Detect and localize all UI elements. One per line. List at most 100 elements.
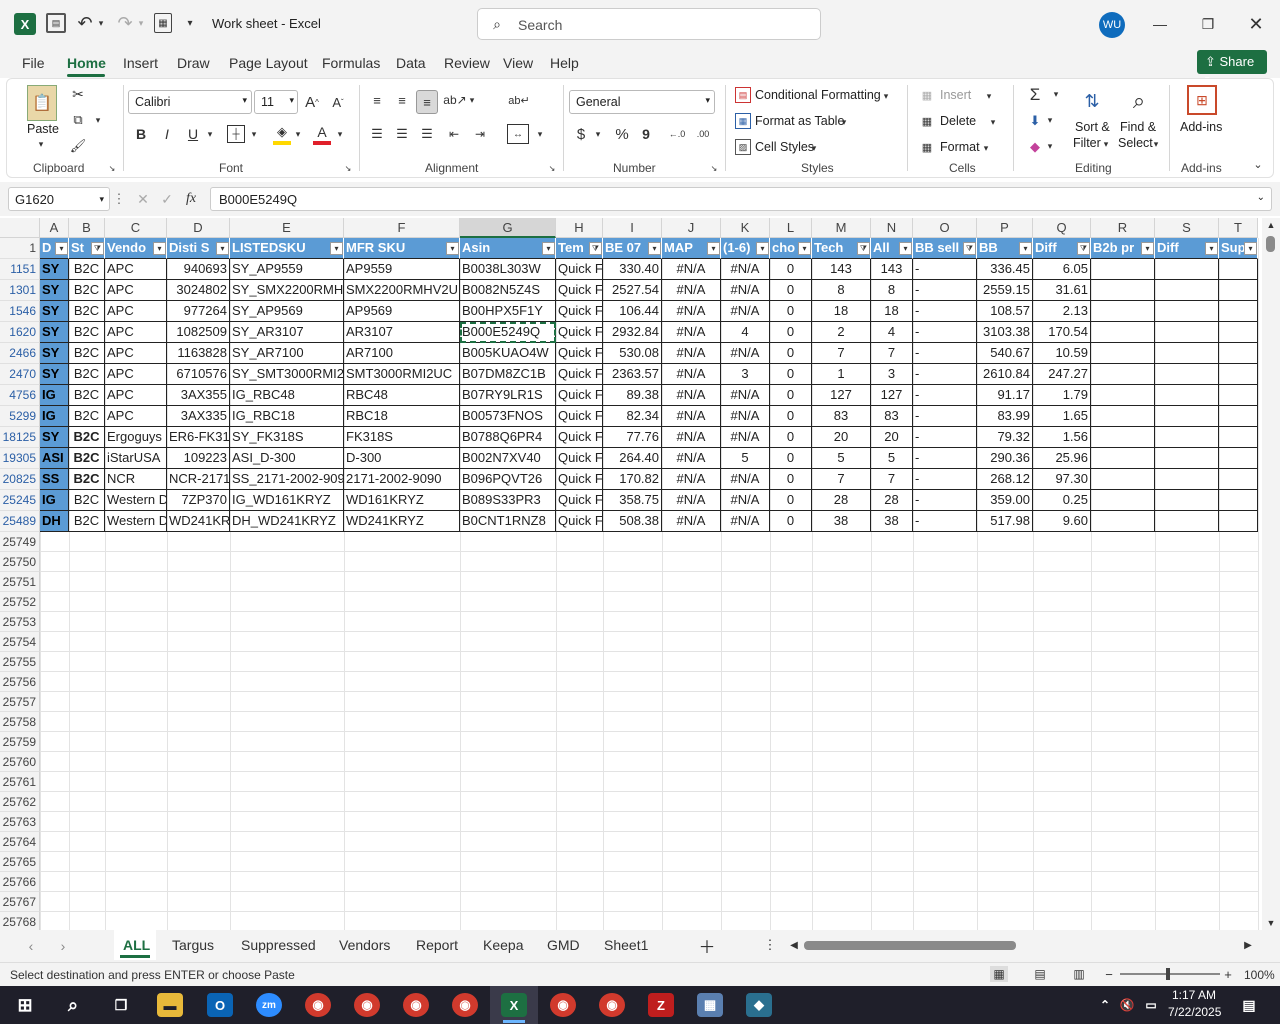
table-cell[interactable]: 109223 [167,448,230,469]
filter-dropdown-icon[interactable]: ⧩ [91,242,104,255]
table-cell[interactable]: #N/A [662,280,721,301]
column-header[interactable]: D [167,218,230,238]
table-cell[interactable]: 1.65 [1033,406,1091,427]
scroll-thumb[interactable] [1266,236,1275,252]
table-cell[interactable]: SY_FK318S [230,427,344,448]
zoom-app-icon[interactable]: zm [256,993,282,1017]
chrome-icon[interactable]: ◉ [550,993,576,1017]
table-cell[interactable]: 1 [812,364,871,385]
table-cell[interactable]: 28 [812,490,871,511]
percent-button[interactable]: % [613,124,631,144]
row-header[interactable]: 1 [0,238,40,259]
table-cell[interactable]: 106.44 [603,301,662,322]
table-cell[interactable]: SY [40,364,69,385]
table-cell[interactable]: ASI [40,448,69,469]
calculator-taskbar-icon[interactable]: ▦ [697,993,723,1017]
row-header[interactable]: 1546 [0,301,40,322]
table-cell[interactable] [1091,406,1155,427]
minimize-icon[interactable]: — [1150,14,1170,34]
table-cell[interactable] [1219,448,1258,469]
table-cell[interactable]: APC [105,280,167,301]
row-header[interactable]: 25754 [0,632,40,652]
clock-time[interactable]: 1:17 AM [1172,988,1216,1002]
table-cell[interactable]: 20 [812,427,871,448]
table-cell[interactable] [1219,406,1258,427]
table-cell[interactable]: B2C [69,322,105,343]
bottom-align-icon[interactable]: ≡ [416,90,438,114]
table-cell[interactable]: - [913,343,977,364]
column-header[interactable]: F [344,218,460,238]
table-cell[interactable]: D-300 [344,448,460,469]
table-cell[interactable]: 8 [812,280,871,301]
table-cell[interactable] [1091,469,1155,490]
format-cells-button[interactable]: Format [940,140,980,154]
page-layout-view-icon[interactable]: ▤ [1031,966,1049,982]
table-cell[interactable]: B2C [69,343,105,364]
filter-dropdown-icon[interactable]: ⧩ [1077,242,1090,255]
save-icon[interactable]: ▤ [46,13,66,33]
table-cell[interactable]: IG [40,385,69,406]
table-cell[interactable]: 3103.38 [977,322,1033,343]
table-cell[interactable]: APC [105,322,167,343]
table-cell[interactable]: 2610.84 [977,364,1033,385]
sheet-tab-gmd[interactable]: GMD [547,937,580,953]
table-cell[interactable] [1155,427,1219,448]
confirm-entry-icon[interactable]: ✓ [158,190,176,208]
table-cell[interactable] [1091,490,1155,511]
top-align-icon[interactable]: ≡ [367,90,387,110]
table-cell[interactable] [1219,490,1258,511]
table-cell[interactable]: #N/A [721,511,770,532]
share-button[interactable]: ⇪ Share ▾ [1197,50,1267,84]
formula-input[interactable]: B000E5249Q ⌄ [210,187,1272,211]
app-taskbar-icon[interactable]: ◆ [746,993,772,1017]
table-cell[interactable]: B2C [69,469,105,490]
name-box[interactable]: G1620 ▾ [8,187,110,211]
table-cell[interactable] [1091,280,1155,301]
table-cell[interactable]: B07DM8ZC1B [460,364,556,385]
sheet-tab-sheet1[interactable]: Sheet1 [604,937,648,953]
filezilla-icon[interactable]: Z [648,993,674,1017]
table-cell[interactable]: - [913,301,977,322]
table-cell[interactable]: 359.00 [977,490,1033,511]
table-cell[interactable] [1091,385,1155,406]
table-cell[interactable]: 83 [871,406,913,427]
tab-data[interactable]: Data [396,55,426,71]
column-header[interactable]: M [812,218,871,238]
table-cell[interactable]: 4 [871,322,913,343]
table-cell[interactable]: 0 [770,427,812,448]
table-cell[interactable]: Ergoguys [105,427,167,448]
table-cell[interactable]: 7 [871,343,913,364]
sheet-tab-suppressed[interactable]: Suppressed [241,937,316,953]
table-cell[interactable]: 358.75 [603,490,662,511]
zoom-slider-thumb[interactable] [1166,968,1170,980]
table-cell[interactable]: #N/A [662,469,721,490]
table-cell[interactable]: 170.82 [603,469,662,490]
table-cell[interactable]: 5 [721,448,770,469]
table-cell[interactable]: B2C [69,259,105,280]
column-header[interactable]: O [913,218,977,238]
column-header[interactable]: C [105,218,167,238]
table-cell[interactable] [1219,427,1258,448]
comma-button[interactable]: 9 [639,124,653,144]
table-cell[interactable]: AP9569 [344,301,460,322]
row-header[interactable]: 25749 [0,532,40,552]
table-cell[interactable]: #N/A [662,364,721,385]
tab-options-icon[interactable]: ⋮ [764,936,777,954]
row-header[interactable]: 25245 [0,490,40,511]
table-cell[interactable] [1091,343,1155,364]
table-cell[interactable] [1219,259,1258,280]
table-cell[interactable]: SS [40,469,69,490]
row-header[interactable]: 1301 [0,280,40,301]
table-cell[interactable]: #N/A [662,301,721,322]
excel-taskbar-icon[interactable]: X [501,993,527,1017]
row-header[interactable]: 25765 [0,852,40,872]
table-cell[interactable]: 0 [770,490,812,511]
table-cell[interactable]: IG_RBC18 [230,406,344,427]
table-cell[interactable]: - [913,280,977,301]
table-cell[interactable] [1219,343,1258,364]
fill-dropdown-icon[interactable]: ▾ [1045,115,1055,125]
table-cell[interactable]: 82.34 [603,406,662,427]
table-cell[interactable]: #N/A [721,301,770,322]
task-view-icon[interactable]: ❐ [108,993,134,1017]
tab-scroll-right-icon[interactable]: › [56,938,70,954]
